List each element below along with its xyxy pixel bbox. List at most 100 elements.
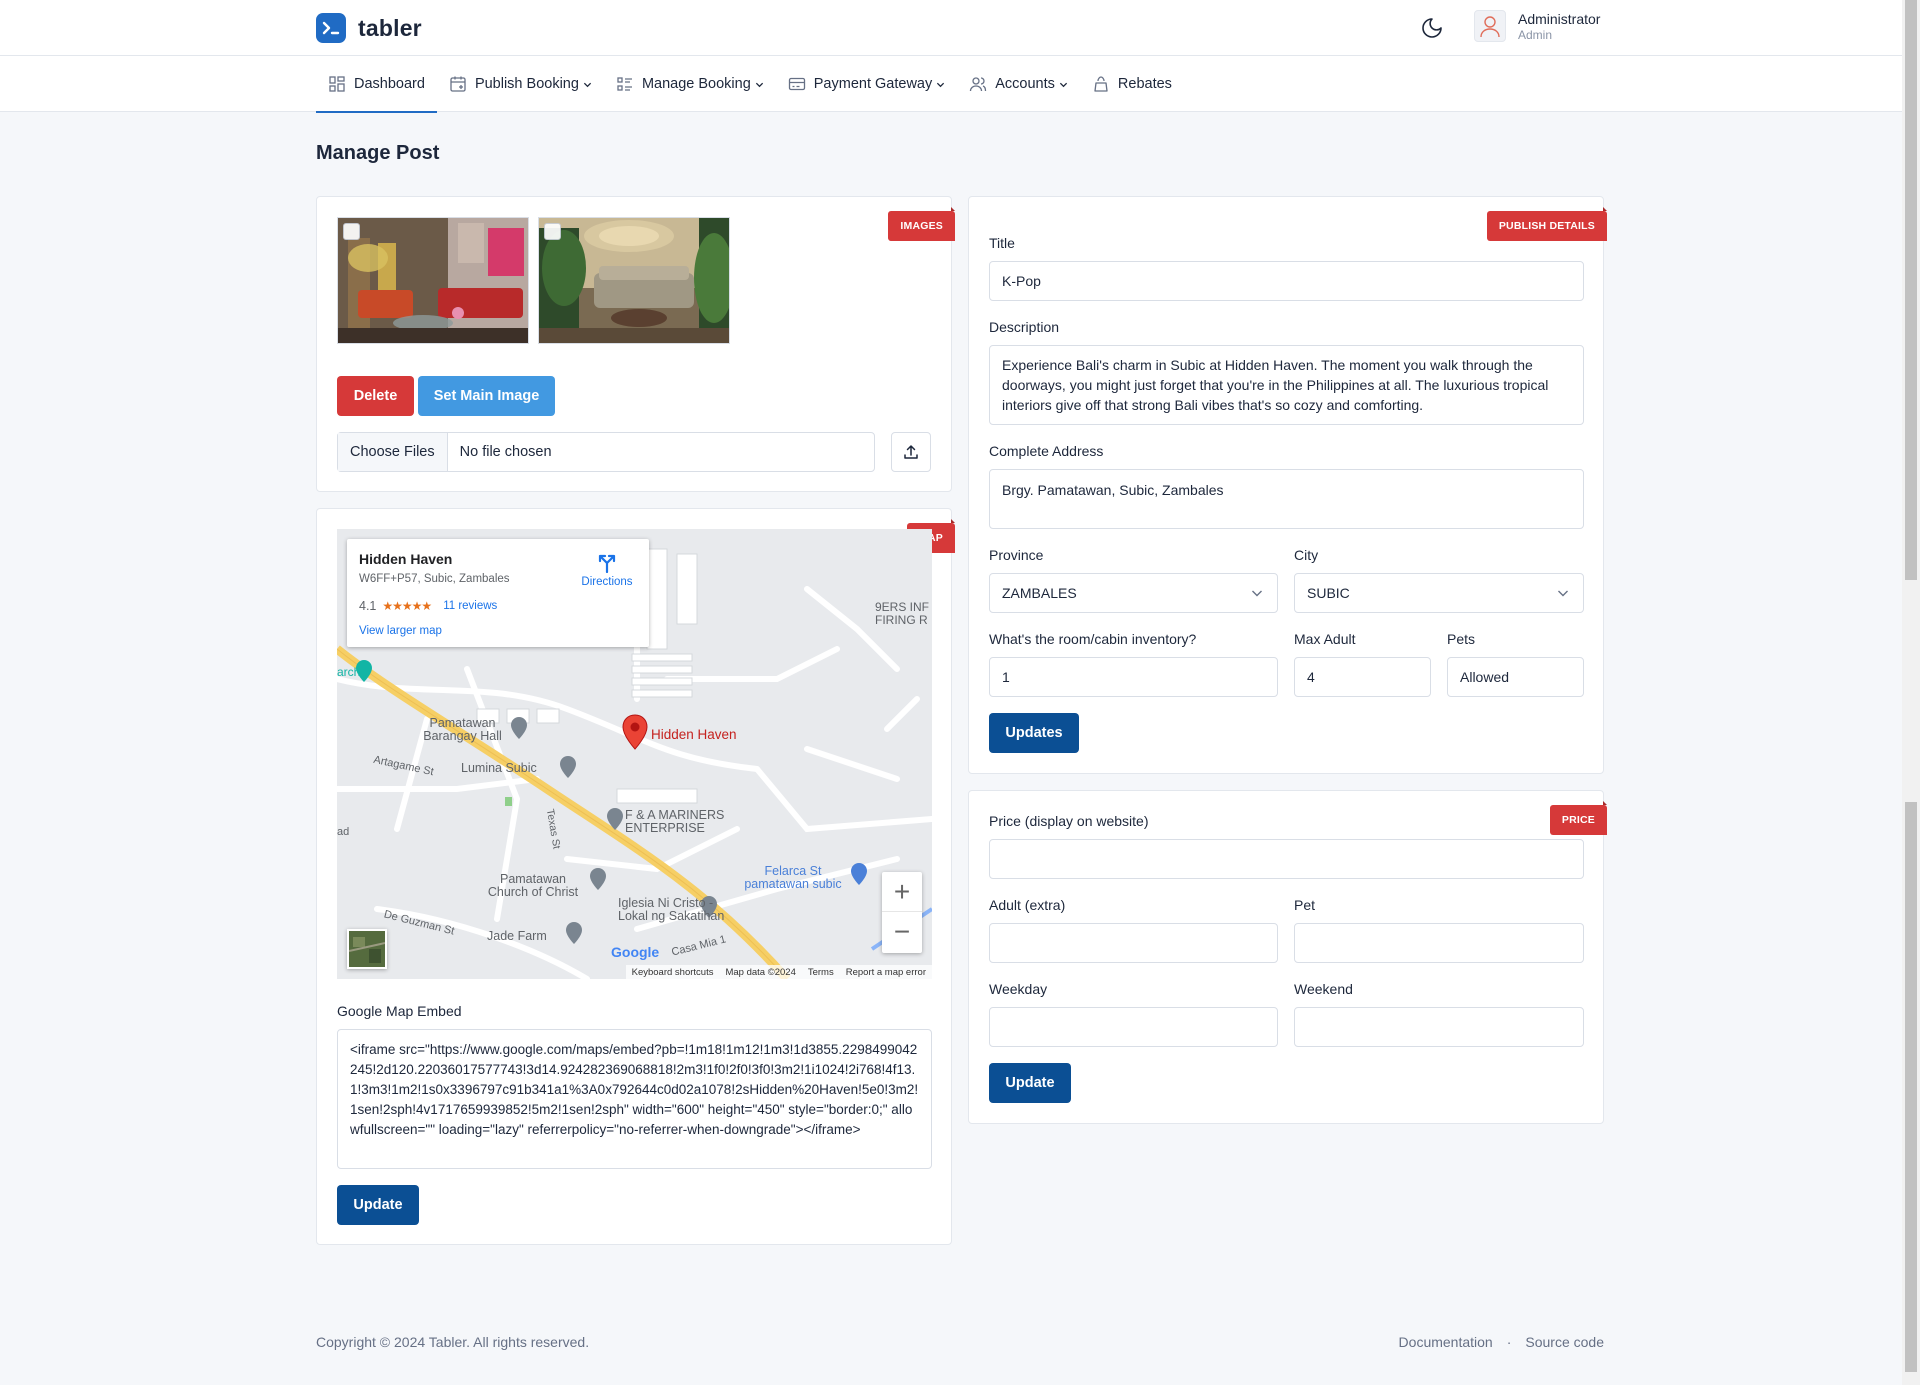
satellite-toggle[interactable] [347,929,387,969]
report-error-link[interactable]: Report a map error [846,967,926,978]
nav-payment-gateway[interactable]: Payment Gateway [776,56,957,112]
max-adult-label: Max Adult [1294,631,1356,647]
weekend-input[interactable] [1294,1007,1584,1047]
price-update-button[interactable]: Update [989,1063,1071,1103]
scrollbar-thumb[interactable] [1905,802,1917,1372]
moon-icon[interactable] [1420,16,1444,40]
pet-label: Pet [1294,897,1316,913]
map-update-button[interactable]: Update [337,1185,419,1225]
google-logo: Google [611,944,660,960]
location-pin-icon[interactable] [621,714,649,750]
dashboard-icon [329,76,345,92]
pets-label: Pets [1447,631,1476,647]
set-main-image-button[interactable]: Set Main Image [418,376,555,416]
poi-pin-icon [851,863,867,885]
description-label: Description [989,319,1060,335]
terms-link[interactable]: Terms [808,967,834,978]
zoom-out-button[interactable]: − [882,912,922,952]
weekday-input[interactable] [989,1007,1278,1047]
zoom-in-button[interactable]: + [882,872,922,912]
image-thumbnail[interactable] [538,217,730,344]
avatar [1474,10,1506,42]
map-label-iglesia: Iglesia Ni Cristo - Lokal ng Sakatihan [618,896,725,923]
nav-rebates[interactable]: Rebates [1080,56,1184,112]
poi-pin-icon [566,922,582,944]
title-label: Title [989,235,1015,251]
pets-input[interactable]: Allowed [1447,657,1584,697]
terminal-icon [316,13,346,43]
user-role: Admin [1518,28,1553,42]
upload-button[interactable] [891,432,931,472]
reviews-link[interactable]: 11 reviews [443,600,497,612]
nav-manage-booking-label: Manage Booking [641,76,751,92]
max-adult-input[interactable]: 4 [1294,657,1431,697]
copyright-text: Copyright © 2024 Tabler. All rights rese… [316,1334,590,1350]
image-select-checkbox[interactable] [343,223,360,240]
map-data-text: Map data ©2024 [725,966,796,978]
list-details-icon [617,77,632,91]
page-title: Manage Post [316,142,440,164]
price-input[interactable] [989,839,1584,879]
province-select-value: ZAMBALES [1002,585,1077,601]
nav-dashboard[interactable]: Dashboard [316,56,437,113]
images-card: IMAGES Delete Set Main Image Choose File… [316,196,955,492]
chevron-down-icon [937,82,945,87]
map-label-mariners: F & A MARINERS ENTERPRISE [625,808,725,835]
address-textarea[interactable]: Brgy. Pamatawan, Subic, Zambales [989,469,1584,529]
province-select[interactable]: ZAMBALES [989,573,1278,613]
nav-payment-gateway-label: Payment Gateway [813,76,933,92]
nav-accounts[interactable]: Accounts [957,56,1080,112]
page-scrollbar[interactable] [1902,0,1920,1385]
google-map[interactable]: Hidden Haven Pamatawan Barangay Hall Lum… [337,529,932,979]
price-label: Price (display on website) [989,813,1149,829]
poi-pin-icon [590,868,606,890]
image-select-checkbox[interactable] [544,223,561,240]
keyboard-shortcuts-link[interactable]: Keyboard shortcuts [632,967,714,978]
file-input[interactable]: Choose Files No file chosen [337,432,875,472]
images-ribbon: IMAGES [888,207,955,241]
place-address: W6FF+P57, Subic, Zambales [359,573,510,585]
price-card: PRICE Price (display on website) Adult (… [968,790,1608,1124]
users-icon [970,77,987,92]
adult-extra-label: Adult (extra) [989,897,1066,913]
scrollbar-thumb[interactable] [1905,0,1917,580]
brand-logo[interactable]: tabler [316,13,422,43]
city-select-value: SUBIC [1307,585,1350,601]
user-menu[interactable]: Administrator Admin [1474,10,1600,42]
calendar-plus-icon [450,76,466,92]
rating-value: 4.1 [359,599,377,613]
chevron-down-icon [1059,82,1068,87]
embed-textarea[interactable]: <iframe src="https://www.google.com/maps… [337,1029,932,1169]
delete-button[interactable]: Delete [337,376,414,416]
rating-stars: ★★★★★ [382,599,432,613]
nav-publish-booking-label: Publish Booking [474,76,579,92]
image-thumbnail[interactable] [337,217,529,344]
choose-files-button[interactable]: Choose Files [338,433,448,471]
inventory-input[interactable]: 1 [989,657,1278,697]
room-photo-2 [539,218,729,343]
publish-update-button[interactable]: Updates [989,713,1079,753]
footer-links: Documentation · Source code [1399,1334,1604,1350]
weekend-label: Weekend [1294,981,1353,997]
weekday-label: Weekday [989,981,1048,997]
nav-rebates-label: Rebates [1117,76,1172,92]
view-larger-map-link[interactable]: View larger map [359,625,442,637]
room-photo-1 [338,218,528,343]
piggy-bank-icon [1094,76,1108,92]
city-select[interactable]: SUBIC [1294,573,1584,613]
documentation-link[interactable]: Documentation [1399,1334,1493,1350]
directions-icon [598,554,616,574]
nav-manage-booking[interactable]: Manage Booking [604,56,776,112]
description-textarea[interactable]: Experience Bali's charm in Subic at Hidd… [989,345,1584,425]
nav-publish-booking[interactable]: Publish Booking [437,56,604,112]
directions-button[interactable]: Directions [577,553,637,588]
map-label-barangay: Pamatawan Barangay Hall [423,716,502,743]
upload-icon [904,445,918,459]
chevron-down-icon [1252,590,1262,597]
adult-extra-input[interactable] [989,923,1278,963]
source-code-link[interactable]: Source code [1525,1334,1604,1350]
publish-details-card: PUBLISH DETAILS Title K-Pop Description … [968,196,1608,774]
pet-price-input[interactable] [1294,923,1584,963]
title-input[interactable]: K-Pop [989,261,1584,301]
brand-name: tabler [358,14,422,41]
